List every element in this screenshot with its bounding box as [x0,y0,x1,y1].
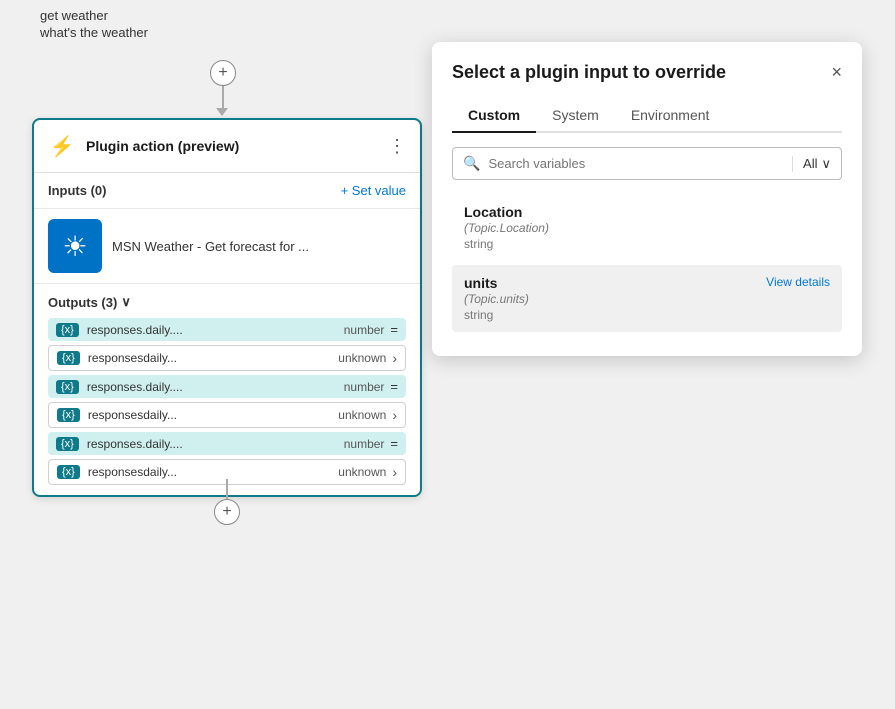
override-tabs: Custom System Environment [452,99,842,133]
set-value-button[interactable]: + Set value [341,183,406,198]
add-step-button[interactable]: + [210,60,236,86]
output-type-5: number [344,437,385,451]
outputs-section: Outputs (3) ∨ {x} responses.daily.... nu… [34,284,420,495]
bottom-line [226,479,228,499]
output-name-5: responses.daily.... [87,437,344,451]
search-box: 🔍 All ∨ [452,147,842,180]
tab-custom[interactable]: Custom [452,99,536,133]
variable-name-location: Location (Topic.Location) [464,204,549,235]
output-eq-1: = [390,322,398,337]
output-row-4[interactable]: {x} responsesdaily... unknown › [48,402,406,428]
msn-row: ☀ MSN Weather - Get forecast for ... [34,209,420,284]
output-row-1: {x} responses.daily.... number = [48,318,406,341]
output-type-1: number [344,323,385,337]
msn-title: MSN Weather - Get forecast for ... [112,239,309,254]
variable-item-top-location: Location (Topic.Location) [464,204,830,235]
search-filter-dropdown[interactable]: All ∨ [792,156,831,172]
variable-item-units[interactable]: units (Topic.units) View details string [452,265,842,332]
tab-environment[interactable]: Environment [615,99,726,133]
output-tag-6: {x} [57,465,80,479]
output-eq-3: = [390,379,398,394]
outputs-chevron: ∨ [121,294,131,310]
connector-arrow [216,108,228,116]
view-details-link-units[interactable]: View details [766,275,830,289]
plugin-action-icon: ⚡ [48,132,76,160]
trigger-line-2: what's the weather [40,25,148,40]
output-type-6: unknown [338,465,386,479]
output-name-1: responses.daily.... [87,323,344,337]
variable-info-units: units (Topic.units) [464,275,529,306]
output-name-4: responsesdaily... [88,408,338,422]
output-name-3: responses.daily.... [87,380,344,394]
output-tag-5: {x} [56,437,79,451]
variable-item-location[interactable]: Location (Topic.Location) string [452,194,842,261]
inputs-label: Inputs (0) [48,183,107,198]
output-arrow-6: › [392,464,397,480]
plugin-card: ⚡ Plugin action (preview) ⋮ Inputs (0) +… [32,118,422,497]
bottom-connector: + [214,479,240,525]
search-icon: 🔍 [463,155,480,172]
bottom-plus-button[interactable]: + [214,499,240,525]
output-tag-1: {x} [56,323,79,337]
override-panel: Select a plugin input to override × Cust… [432,42,862,356]
override-panel-title: Select a plugin input to override [452,62,726,83]
output-arrow-2: › [392,350,397,366]
inputs-section: Inputs (0) + Set value [34,173,420,209]
plugin-card-title: Plugin action (preview) [86,138,378,154]
output-eq-5: = [390,436,398,451]
msn-icon: ☀ [48,219,102,273]
output-type-3: number [344,380,385,394]
output-name-6: responsesdaily... [88,465,338,479]
output-arrow-4: › [392,407,397,423]
output-tag-2: {x} [57,351,80,365]
variable-type-location: string [464,237,830,251]
output-type-2: unknown [338,351,386,365]
override-close-button[interactable]: × [831,62,842,83]
plugin-card-header: ⚡ Plugin action (preview) ⋮ [34,120,420,173]
tab-system[interactable]: System [536,99,615,133]
trigger-text-area: get weather what's the weather [40,8,148,42]
output-tag-4: {x} [57,408,80,422]
override-panel-header: Select a plugin input to override × [452,62,842,83]
output-row-5: {x} responses.daily.... number = [48,432,406,455]
output-type-4: unknown [338,408,386,422]
search-input[interactable] [488,156,792,171]
output-row-3: {x} responses.daily.... number = [48,375,406,398]
variable-type-units: string [464,308,830,322]
plus-icon: + [218,64,227,82]
flow-canvas: get weather what's the weather + ⚡ Plugi… [0,0,895,709]
filter-chevron-icon: ∨ [821,156,831,172]
outputs-label: Outputs (3) ∨ [48,294,406,310]
variable-item-top-units: units (Topic.units) View details [464,275,830,306]
output-row-2[interactable]: {x} responsesdaily... unknown › [48,345,406,371]
trigger-line-1: get weather [40,8,148,23]
output-tag-3: {x} [56,380,79,394]
plugin-card-menu-button[interactable]: ⋮ [388,136,406,157]
output-name-2: responsesdaily... [88,351,338,365]
